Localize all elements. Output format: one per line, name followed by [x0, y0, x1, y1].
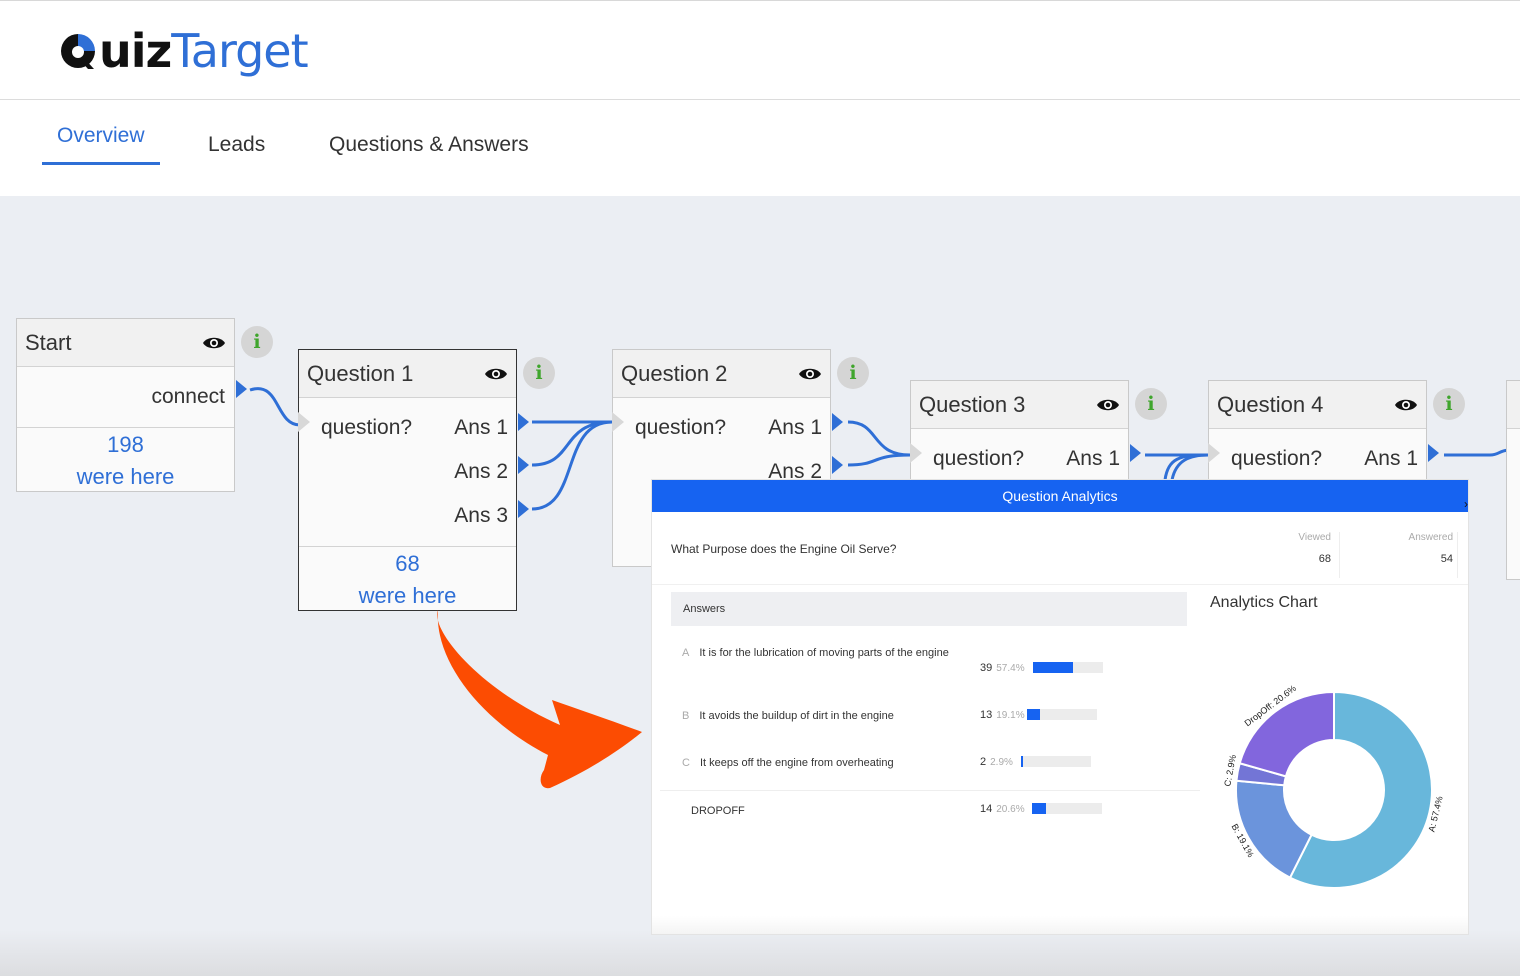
connector-q4-q5	[1444, 448, 1513, 457]
eye-icon[interactable]	[798, 366, 822, 382]
answer-c-count: 2 2.9%	[980, 756, 1013, 768]
answer-row-a: A It is for the lubrication of moving par…	[682, 645, 952, 662]
question-1-answer-2: Ans 2	[454, 460, 508, 483]
question-4-node[interactable]: Question 4 question? Ans 1	[1208, 380, 1427, 490]
answer-a-percent: 57.4%	[996, 663, 1025, 674]
answer-b-bar	[1027, 709, 1097, 720]
answer-b-count-value: 13	[980, 709, 993, 721]
question-4-prompt: question?	[1231, 447, 1323, 470]
start-connect-label: connect	[151, 385, 225, 408]
question-2-title: Question 2	[621, 360, 728, 386]
annotation-arrow	[437, 610, 642, 789]
answer-a-text: It is for the lubrication of moving part…	[699, 647, 949, 659]
answer-row-c: C It keeps off the engine from overheatin…	[682, 755, 894, 772]
answers-table-header: Answers	[671, 592, 1187, 626]
question-2-answer-2-port[interactable]	[832, 456, 843, 474]
question-1-node[interactable]: Question 1 question? Ans 1 Ans 2 Ans 3 6…	[298, 349, 517, 611]
question-3-answer-1-port[interactable]	[1130, 444, 1141, 462]
answer-a-count-value: 39	[980, 662, 993, 674]
question-2-prompt: question?	[635, 416, 727, 439]
close-icon[interactable]: ›	[1464, 488, 1468, 520]
answer-b-count: 13 19.1%	[980, 709, 1025, 721]
dropoff-count: 14 20.6%	[980, 803, 1025, 815]
question-5-node-partial[interactable]	[1506, 380, 1520, 580]
answer-c-letter: C	[682, 757, 690, 769]
answer-c-count-value: 2	[980, 756, 987, 768]
dropoff-bar	[1032, 803, 1102, 814]
answered-stat: Answered 54	[1340, 532, 1458, 578]
question-3-node[interactable]: Question 3 question? Ans 1	[910, 380, 1129, 490]
question-1-answer-3-port[interactable]	[518, 500, 529, 518]
info-icon[interactable]: i	[837, 357, 869, 389]
connector-q2a1-q3	[847, 420, 911, 457]
question-1-answer-1-port[interactable]	[518, 413, 529, 431]
analytics-question-text: What Purpose does the Engine Oil Serve?	[671, 542, 897, 556]
start-node[interactable]: Start connect 198 were here	[16, 318, 235, 492]
question-3-answer-1: Ans 1	[1066, 447, 1120, 470]
viewed-label: Viewed	[1298, 532, 1331, 543]
answer-b-text: It avoids the buildup of dirt in the eng…	[699, 710, 894, 722]
answer-c-bar	[1021, 756, 1091, 767]
question-2-input-port[interactable]	[612, 412, 624, 432]
viewed-value: 68	[1318, 553, 1331, 565]
question-4-answer-1: Ans 1	[1364, 447, 1418, 470]
question-1-visits-count: 68	[395, 551, 420, 576]
question-3-input-port[interactable]	[910, 443, 922, 463]
answer-b-letter: B	[682, 710, 690, 722]
answer-a-letter: A	[682, 647, 690, 659]
question-4-input-port[interactable]	[1208, 443, 1220, 463]
question-1-answer-1: Ans 1	[454, 416, 508, 439]
answer-c-percent: 2.9%	[990, 757, 1013, 768]
answer-b-bar-fill	[1027, 709, 1041, 720]
dropoff-percent: 20.6%	[996, 804, 1025, 815]
question-2-answer-1: Ans 1	[768, 416, 822, 439]
question-1-answer-2-port[interactable]	[518, 456, 529, 474]
start-visits-label: were here	[76, 464, 175, 489]
dropoff-count-value: 14	[980, 803, 993, 815]
eye-icon[interactable]	[202, 335, 226, 351]
start-output-port[interactable]	[236, 380, 247, 398]
dropoff-bar-fill	[1032, 803, 1047, 814]
question-4-title: Question 4	[1217, 391, 1324, 417]
question-1-input-port[interactable]	[298, 412, 310, 432]
analytics-panel-header: Question Analytics ›	[652, 480, 1468, 512]
answer-c-bar-fill	[1021, 756, 1024, 767]
answer-a-bar-fill	[1033, 662, 1074, 673]
connector-q1a3-q2	[531, 420, 613, 511]
answer-b-percent: 19.1%	[996, 710, 1025, 721]
info-icon[interactable]: i	[1433, 388, 1465, 420]
eye-icon[interactable]	[1394, 397, 1418, 413]
question-analytics-panel: Question Analytics › What Purpose does t…	[652, 480, 1468, 934]
answer-a-count: 39 57.4%	[980, 662, 1025, 674]
connector-q2a2-q3	[847, 453, 911, 467]
analytics-chart-title: Analytics Chart	[1210, 594, 1318, 611]
analytics-donut-chart: A: 57.4%B: 19.1%C: 2.9%DropOff: 20.6%	[1222, 683, 1445, 889]
eye-icon[interactable]	[1096, 397, 1120, 413]
eye-icon[interactable]	[484, 366, 508, 382]
viewed-stat: Viewed 68	[1222, 532, 1340, 578]
question-1-answer-3: Ans 3	[454, 504, 508, 527]
answer-c-text: It keeps off the engine from overheating	[699, 757, 894, 769]
info-icon[interactable]: i	[523, 357, 555, 389]
donut-slice-dropoff[interactable]	[1238, 690, 1335, 778]
question-2-answer-1-port[interactable]	[832, 413, 843, 431]
question-1-prompt: question?	[321, 416, 413, 439]
answer-row-b: B It avoids the buildup of dirt in the en…	[682, 708, 894, 725]
answered-label: Answered	[1408, 532, 1453, 543]
dropoff-label: DROPOFF	[691, 805, 745, 817]
connector-start-q1	[249, 387, 301, 427]
question-3-title: Question 3	[919, 391, 1026, 417]
info-icon[interactable]: i	[241, 326, 273, 358]
analytics-panel-title: Question Analytics	[1002, 488, 1118, 504]
answered-value: 54	[1440, 553, 1453, 565]
start-visits-count: 198	[107, 432, 144, 457]
info-icon[interactable]: i	[1135, 388, 1167, 420]
start-node-title: Start	[25, 329, 72, 355]
answer-a-bar	[1033, 662, 1103, 673]
question-3-prompt: question?	[933, 447, 1025, 470]
question-4-answer-1-port[interactable]	[1428, 444, 1439, 462]
question-1-title: Question 1	[307, 360, 414, 386]
